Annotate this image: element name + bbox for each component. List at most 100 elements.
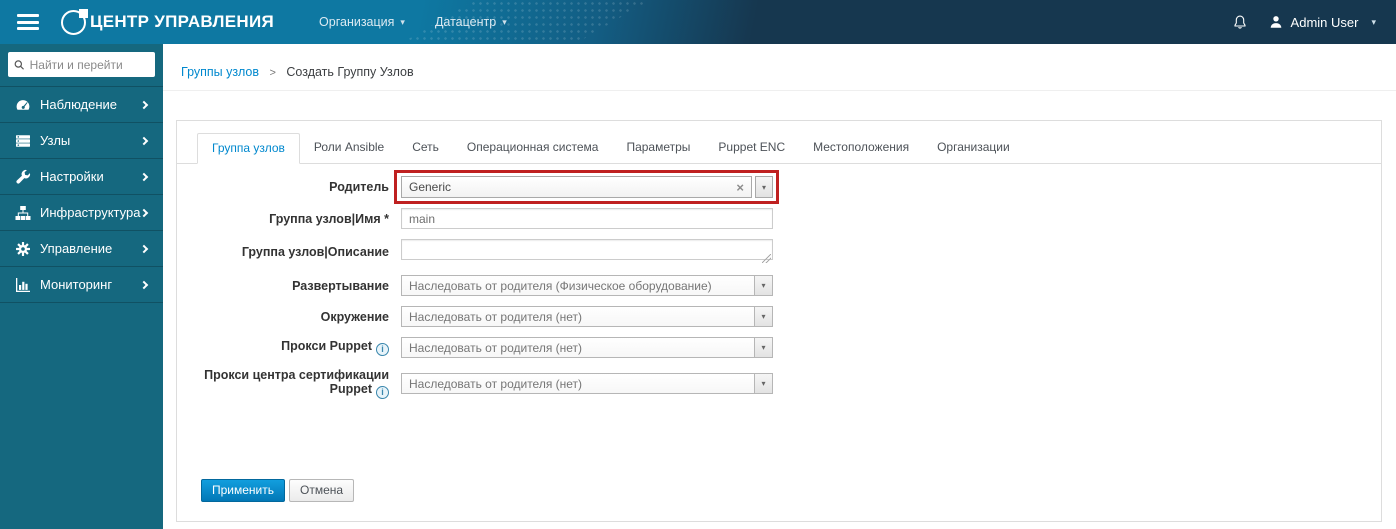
name-control <box>401 208 773 229</box>
deployment-select[interactable]: Наследовать от родителя (Физическое обор… <box>401 275 755 296</box>
chevron-right-icon <box>139 208 149 217</box>
chevron-down-icon: ▾ <box>400 16 405 27</box>
environment-select[interactable]: Наследовать от родителя (нет) <box>401 306 755 327</box>
sidebar-item-label: Мониторинг <box>40 277 113 292</box>
form-row-description: Группа узлов|Описание <box>177 239 1381 265</box>
sidebar-item-administer[interactable]: Управление <box>0 231 163 267</box>
sidebar-item-monitoring[interactable]: Мониторинг <box>0 267 163 303</box>
environment-select-value: Наследовать от родителя (нет) <box>409 309 583 324</box>
puppet-ca-proxy-control: Наследовать от родителя (нет) ▾ <box>401 373 773 394</box>
caret-down-icon: ▾ <box>761 379 766 388</box>
hostgroup-form-card: Группа узлов Роли Ansible Сеть Операцион… <box>176 120 1382 522</box>
puppet-ca-proxy-select-value: Наследовать от родителя (нет) <box>409 376 583 391</box>
tab-network[interactable]: Сеть <box>398 133 453 164</box>
sidebar-item-label: Настройки <box>40 169 104 184</box>
tab-puppet-enc[interactable]: Puppet ENC <box>704 133 799 164</box>
organization-menu[interactable]: Организация ▾ <box>304 0 420 44</box>
sitemap-icon <box>14 205 31 221</box>
info-icon[interactable]: i <box>376 386 389 399</box>
sidebar-item-infrastructure[interactable]: Инфраструктура <box>0 195 163 231</box>
brand-title: ЦЕНТР УПРАВЛЕНИЯ <box>90 12 275 31</box>
user-name: Admin User <box>1290 14 1359 30</box>
form-row-parent: Родитель Generic × ▾ <box>177 170 1381 204</box>
form-row-environment: Окружение Наследовать от родителя (нет) … <box>177 306 1381 327</box>
tab-operating-system[interactable]: Операционная система <box>453 133 613 164</box>
puppet-ca-proxy-select[interactable]: Наследовать от родителя (нет) <box>401 373 755 394</box>
environment-select-caret-button[interactable]: ▾ <box>755 306 773 327</box>
sidebar-item-label: Управление <box>40 241 113 256</box>
name-label: Группа узлов|Имя * <box>269 211 389 226</box>
caret-down-icon: ▾ <box>761 343 766 352</box>
user-menu[interactable]: Admin User ▾ <box>1268 14 1376 30</box>
puppet-ca-proxy-label: Прокси центра сертификации Puppet i <box>177 368 401 399</box>
tab-host-group[interactable]: Группа узлов <box>197 133 300 164</box>
sidebar-item-hosts[interactable]: Узлы <box>0 123 163 159</box>
main-content: Группы узлов > Создать Группу Узлов Груп… <box>163 44 1396 529</box>
sidebar-search-box[interactable] <box>8 52 155 77</box>
caret-down-icon: ▾ <box>761 312 766 321</box>
breadcrumb-current: Создать Группу Узлов <box>286 65 414 79</box>
context-nav: Организация ▾ Датацентр ▾ <box>304 0 522 44</box>
info-icon[interactable]: i <box>376 343 389 356</box>
notifications-bell-icon[interactable] <box>1232 14 1248 31</box>
breadcrumb-separator: > <box>269 67 276 79</box>
caret-down-icon: ▾ <box>761 182 766 192</box>
form-row-name: Группа узлов|Имя * <box>177 208 1381 229</box>
form-row-puppet-proxy: Прокси Puppet i Наследовать от родителя (… <box>177 337 1381 358</box>
puppet-ca-proxy-label-text: Прокси центра сертификации Puppet <box>204 368 389 396</box>
user-avatar-icon <box>1270 16 1281 28</box>
bar-chart-icon <box>14 277 31 293</box>
hamburger-menu-icon[interactable] <box>17 14 39 30</box>
cancel-button[interactable]: Отмена <box>289 479 355 502</box>
sidebar-item-configure[interactable]: Настройки <box>0 159 163 195</box>
topbar-right: Admin User ▾ <box>1232 14 1396 31</box>
chevron-right-icon <box>139 172 149 181</box>
name-input[interactable] <box>401 208 773 229</box>
sidebar-item-label: Узлы <box>40 133 71 148</box>
form-row-deployment: Развертывание Наследовать от родителя (Ф… <box>177 275 1381 296</box>
deployment-control: Наследовать от родителя (Физическое обор… <box>401 275 773 296</box>
search-icon <box>14 59 24 70</box>
form-row-puppet-ca-proxy: Прокси центра сертификации Puppet i Насле… <box>177 368 1381 399</box>
description-label: Группа узлов|Описание <box>241 245 389 259</box>
parent-select[interactable]: Generic × <box>401 176 752 198</box>
sidebar-item-monitor[interactable]: Наблюдение <box>0 87 163 123</box>
environment-label: Окружение <box>320 309 389 324</box>
description-textarea[interactable] <box>401 239 773 260</box>
form-tabs: Группа узлов Роли Ansible Сеть Операцион… <box>177 121 1381 164</box>
organization-menu-label: Организация <box>319 15 395 29</box>
submit-button[interactable]: Применить <box>201 479 286 502</box>
description-control <box>401 239 773 265</box>
server-icon <box>14 133 31 149</box>
puppet-ca-proxy-select-caret-button[interactable]: ▾ <box>755 373 773 394</box>
chevron-right-icon <box>139 244 149 253</box>
location-menu[interactable]: Датацентр ▾ <box>420 0 522 44</box>
puppet-proxy-label: Прокси Puppet i <box>177 339 401 356</box>
sidebar-item-label: Инфраструктура <box>40 205 141 220</box>
environment-control: Наследовать от родителя (нет) ▾ <box>401 306 773 327</box>
tab-organizations[interactable]: Организации <box>923 133 1024 164</box>
puppet-proxy-select-caret-button[interactable]: ▾ <box>755 337 773 358</box>
tab-locations[interactable]: Местоположения <box>799 133 923 164</box>
chevron-down-icon: ▾ <box>1371 16 1376 27</box>
top-bar: ЦЕНТР УПРАВЛЕНИЯ Организация ▾ Датацентр… <box>0 0 1396 44</box>
clear-selection-icon[interactable]: × <box>736 181 744 194</box>
tab-parameters[interactable]: Параметры <box>612 133 704 164</box>
chevron-down-icon: ▾ <box>502 16 507 27</box>
parent-select-caret-button[interactable]: ▾ <box>755 176 773 198</box>
puppet-proxy-control: Наследовать от родителя (нет) ▾ <box>401 337 773 358</box>
deployment-select-caret-button[interactable]: ▾ <box>755 275 773 296</box>
app-brand[interactable]: ЦЕНТР УПРАВЛЕНИЯ <box>61 8 275 35</box>
chevron-right-icon <box>139 136 149 145</box>
chevron-right-icon <box>139 100 149 109</box>
puppet-proxy-select[interactable]: Наследовать от родителя (нет) <box>401 337 755 358</box>
parent-select-value: Generic <box>409 180 452 194</box>
search-input[interactable] <box>29 57 149 72</box>
caret-down-icon: ▾ <box>761 281 766 290</box>
tab-ansible-roles[interactable]: Роли Ansible <box>300 133 398 164</box>
breadcrumb-link-hostgroups[interactable]: Группы узлов <box>181 65 259 79</box>
sidebar-nav: Наблюдение Узлы Настройки Инфраструктура <box>0 44 163 529</box>
gear-icon <box>14 241 31 257</box>
breadcrumb: Группы узлов > Создать Группу Узлов <box>163 44 1396 91</box>
sidebar-item-label: Наблюдение <box>40 97 118 112</box>
